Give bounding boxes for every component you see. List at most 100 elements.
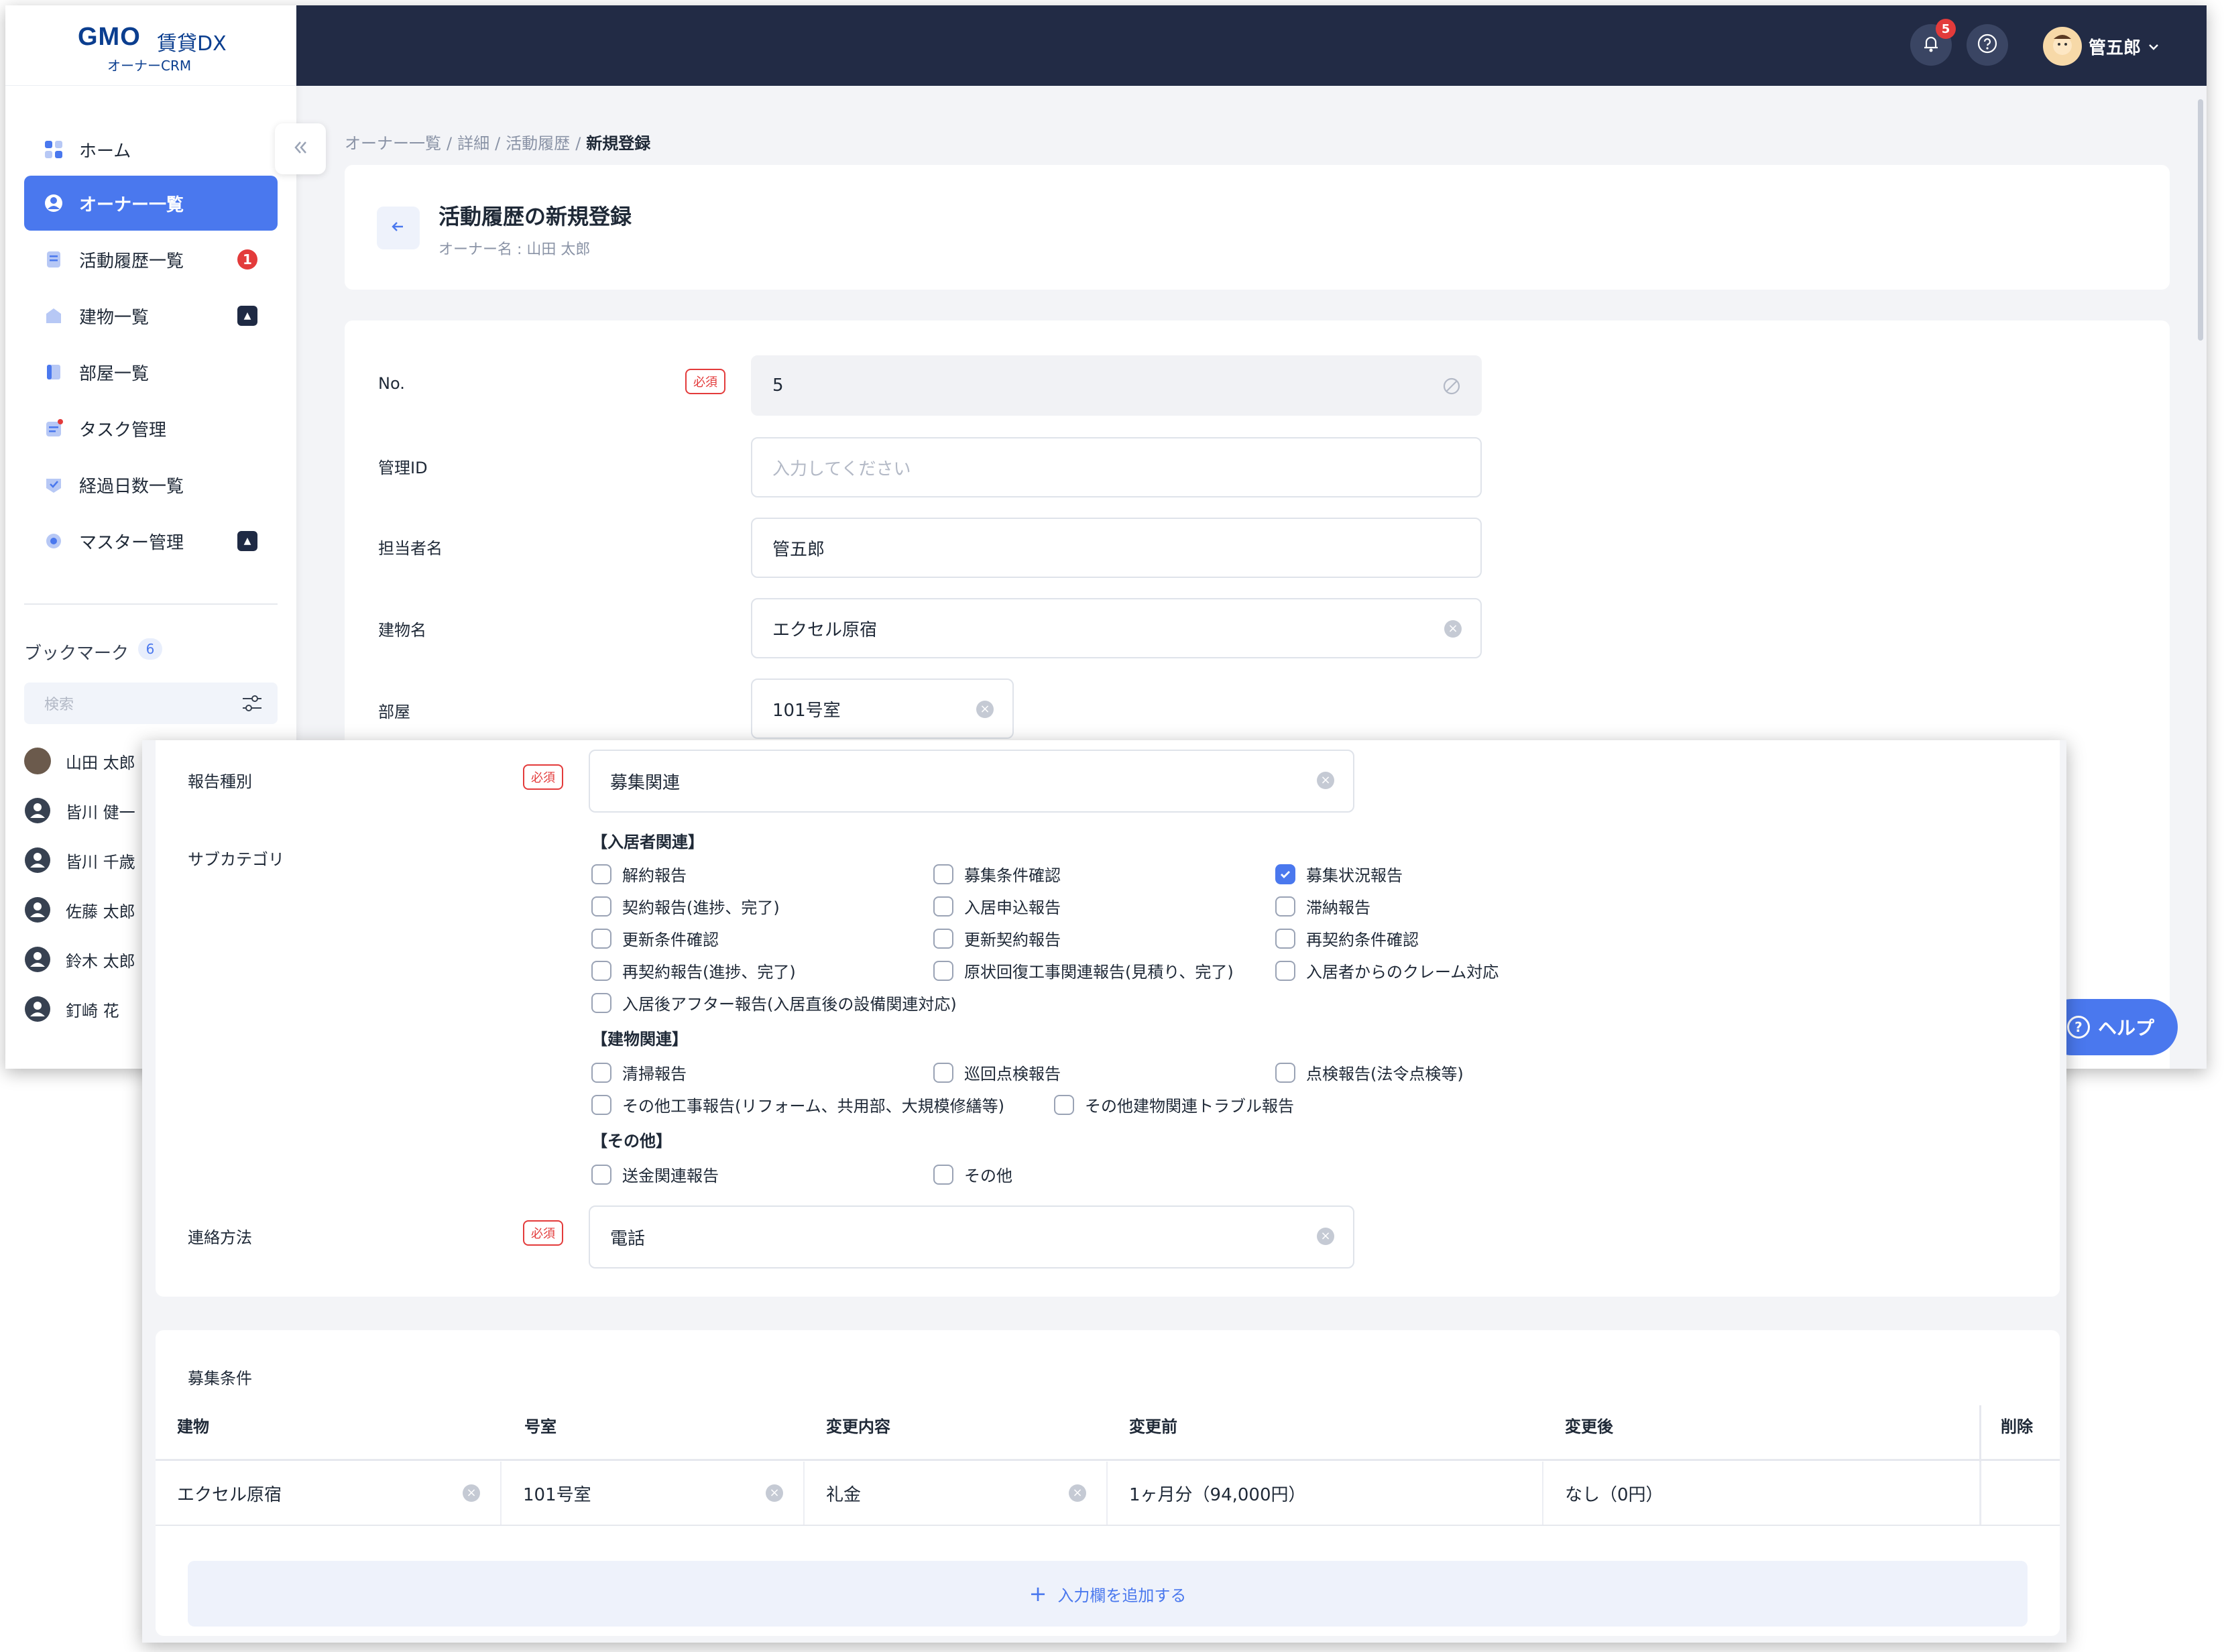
- cell-before[interactable]: 1ヶ月分（94,000円）: [1108, 1462, 1543, 1525]
- breadcrumb-activity[interactable]: 活動履歴: [506, 134, 570, 153]
- checkbox-box[interactable]: [933, 960, 953, 981]
- checkbox-box-checked[interactable]: [1275, 864, 1295, 884]
- sidebar-item-owners[interactable]: オーナー一覧: [24, 176, 278, 231]
- report-type-select[interactable]: 募集関連 ×: [589, 750, 1354, 813]
- subcategory-checkbox[interactable]: 巡回点検報告: [933, 1061, 1061, 1084]
- bookmark-item[interactable]: 鈴木 太郎: [24, 943, 135, 976]
- clear-icon[interactable]: ×: [1069, 1484, 1086, 1502]
- checkbox-box[interactable]: [591, 896, 611, 917]
- checkbox-box[interactable]: [1275, 896, 1295, 917]
- checkbox-box[interactable]: [591, 1062, 611, 1083]
- checkbox-box[interactable]: [591, 1094, 611, 1115]
- building-select[interactable]: エクセル原宿 ×: [751, 598, 1482, 658]
- user-menu[interactable]: 管五郎: [2042, 25, 2160, 67]
- bookmark-item[interactable]: 佐藤 太郎: [24, 893, 135, 927]
- checkbox-box[interactable]: [1275, 1062, 1295, 1083]
- checkbox-box[interactable]: [1275, 928, 1295, 949]
- sidebar-item-rooms[interactable]: 部屋一覧: [24, 345, 278, 400]
- subcategory-checkbox[interactable]: 募集条件確認: [933, 862, 1061, 886]
- staff-input[interactable]: 管五郎: [751, 518, 1482, 578]
- subcategory-checkbox[interactable]: 更新条件確認: [591, 927, 719, 950]
- checkbox-label: 送金関連報告: [622, 1167, 719, 1185]
- subcategory-checkbox[interactable]: 点検報告(法令点検等): [1275, 1061, 1464, 1084]
- chevron-up-icon[interactable]: ▲: [237, 531, 257, 551]
- clear-icon[interactable]: ×: [1317, 1228, 1334, 1245]
- subcategory-checkbox[interactable]: 清掃報告: [591, 1061, 687, 1084]
- subcategory-checkbox[interactable]: 入居後アフター報告(入居直後の設備関連対応): [591, 991, 957, 1014]
- required-badge: 必須: [523, 1220, 563, 1246]
- sidebar-collapse-button[interactable]: [275, 123, 326, 174]
- bookmark-item[interactable]: 釘崎 花: [24, 992, 119, 1026]
- contact-value: 電話: [610, 1228, 646, 1249]
- sidebar-item-home[interactable]: ホーム: [24, 122, 278, 177]
- contact-select[interactable]: 電話 ×: [589, 1205, 1354, 1268]
- checkbox-box[interactable]: [933, 896, 953, 917]
- notification-button[interactable]: 5: [1910, 19, 1956, 66]
- bookmark-search-input[interactable]: 検索: [24, 683, 278, 724]
- checkbox-box[interactable]: [591, 992, 611, 1013]
- subcategory-checkbox[interactable]: 滞納報告: [1275, 894, 1370, 918]
- checkbox-box[interactable]: [591, 864, 611, 884]
- breadcrumb-detail[interactable]: 詳細: [457, 134, 489, 153]
- checkbox-box[interactable]: [591, 960, 611, 981]
- clear-icon[interactable]: ×: [1444, 620, 1462, 638]
- checkbox-box[interactable]: [591, 1164, 611, 1185]
- checkbox-box[interactable]: [1275, 960, 1295, 981]
- breadcrumb-owners[interactable]: オーナー一覧: [345, 134, 441, 153]
- checkbox-box[interactable]: [591, 928, 611, 949]
- add-row-button[interactable]: + 入力欄を追加する: [188, 1561, 2028, 1627]
- bookmark-item[interactable]: 皆川 千歳: [24, 843, 135, 877]
- checkbox-box[interactable]: [933, 864, 953, 884]
- cell-building[interactable]: エクセル原宿 ×: [156, 1462, 502, 1525]
- back-button[interactable]: [377, 206, 420, 249]
- sidebar-item-buildings[interactable]: 建物一覧 ▲: [24, 288, 278, 343]
- checkbox-box[interactable]: [933, 928, 953, 949]
- subcategory-checkbox[interactable]: 募集状況報告: [1275, 862, 1403, 886]
- subcategory-checkbox[interactable]: 再契約条件確認: [1275, 927, 1419, 950]
- cell-room[interactable]: 101号室 ×: [502, 1462, 805, 1525]
- building-label: 建物名: [378, 621, 426, 640]
- scrollbar[interactable]: [2198, 99, 2203, 341]
- bookmark-item[interactable]: 山田 太郎: [24, 744, 135, 778]
- report-type-value: 募集関連: [610, 772, 681, 793]
- subcategory-checkbox[interactable]: 送金関連報告: [591, 1163, 719, 1186]
- app-logo[interactable]: GMO 賃貸DX オーナーCRM: [5, 5, 296, 86]
- checkbox-box[interactable]: [1054, 1094, 1074, 1115]
- subcategory-checkbox[interactable]: 再契約報告(進捗、完了): [591, 959, 796, 982]
- user-avatar: [2042, 27, 2082, 66]
- subcategory-checkbox[interactable]: 入居申込報告: [933, 894, 1061, 918]
- cell-room-value: 101号室: [523, 1484, 591, 1505]
- room-select[interactable]: 101号室 ×: [751, 678, 1014, 739]
- subcategory-checkbox[interactable]: その他: [933, 1163, 1012, 1186]
- sidebar-item-tasks[interactable]: タスク管理: [24, 401, 278, 456]
- chevron-up-icon[interactable]: ▲: [237, 306, 257, 326]
- clear-icon[interactable]: ×: [1317, 772, 1334, 789]
- subcategory-checkbox[interactable]: 解約報告: [591, 862, 687, 886]
- task-icon: [43, 418, 64, 439]
- sidebar-item-days[interactable]: 経過日数一覧: [24, 457, 278, 512]
- help-button[interactable]: [1967, 24, 2008, 66]
- sidebar-item-master[interactable]: マスター管理 ▲: [24, 514, 278, 569]
- subcategory-checkbox[interactable]: 更新契約報告: [933, 927, 1061, 950]
- bookmark-item-name: 釘崎 花: [66, 1001, 119, 1020]
- subcategory-checkbox[interactable]: 契約報告(進捗、完了): [591, 894, 780, 918]
- cell-change[interactable]: 礼金 ×: [805, 1462, 1108, 1525]
- cell-delete[interactable]: [1981, 1462, 2060, 1525]
- subcategory-checkbox[interactable]: 入居者からのクレーム対応: [1275, 959, 1499, 982]
- required-badge: 必須: [685, 369, 725, 394]
- checkbox-box[interactable]: [933, 1164, 953, 1185]
- checkbox-box[interactable]: [933, 1062, 953, 1083]
- bookmark-item[interactable]: 皆川 健一: [24, 794, 135, 827]
- clear-icon[interactable]: ×: [976, 701, 994, 718]
- clear-icon[interactable]: ×: [766, 1484, 783, 1502]
- manage-id-input[interactable]: 入力してください: [751, 437, 1482, 497]
- filter-icon[interactable]: [241, 693, 263, 717]
- subcategory-checkbox[interactable]: 原状回復工事関連報告(見積り、完了): [933, 959, 1234, 982]
- checkbox-label: 再契約条件確認: [1306, 931, 1419, 949]
- checkbox-label: 契約報告(進捗、完了): [622, 898, 780, 917]
- cell-after[interactable]: なし（0円）: [1543, 1462, 1981, 1525]
- clear-icon[interactable]: ×: [463, 1484, 480, 1502]
- sidebar-item-activity[interactable]: 活動履歴一覧 1: [24, 232, 278, 287]
- subcategory-checkbox[interactable]: その他工事報告(リフォーム、共用部、大規模修繕等): [591, 1093, 1004, 1116]
- subcategory-checkbox[interactable]: その他建物関連トラブル報告: [1054, 1093, 1294, 1116]
